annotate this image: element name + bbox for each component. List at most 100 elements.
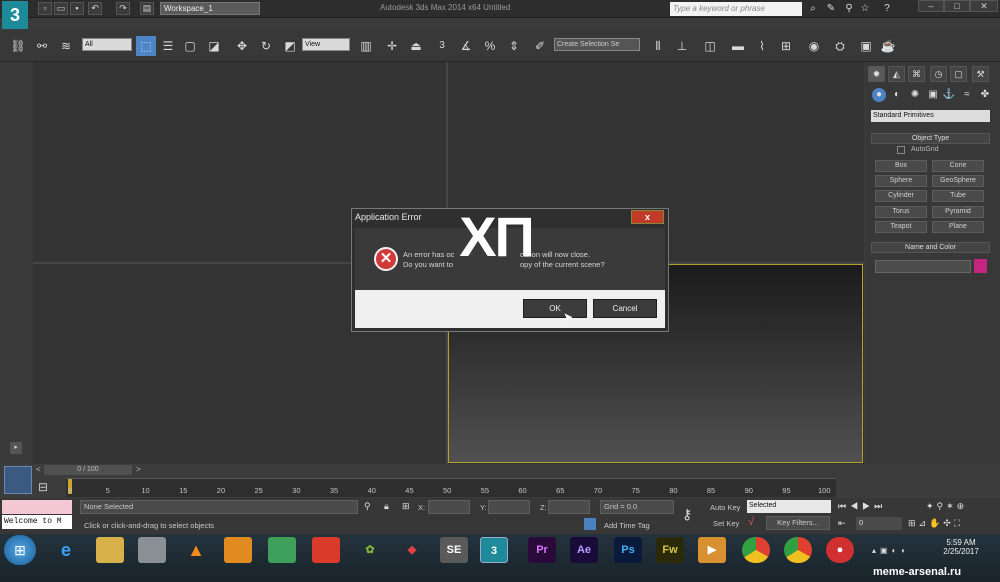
clock[interactable]: 5:59 AM 2/25/2017 [938,538,984,556]
maximize-button[interactable]: □ [944,0,970,12]
geometry-icon[interactable]: ● [872,88,886,102]
modify-tab-icon[interactable]: ◭ [888,66,905,82]
key-filters-button[interactable]: Key Filters... [766,516,830,530]
add-time-tag[interactable]: Add Time Tag [604,521,650,530]
utilities-tab-icon[interactable]: ⚒ [972,66,989,82]
pyramid-button[interactable]: Pyramid [932,206,984,218]
explorer-icon[interactable] [96,537,124,563]
close-window-button[interactable]: ✕ [970,0,998,12]
recorder-icon[interactable] [312,537,340,563]
key-selection-dropdown[interactable]: Selected [747,500,831,513]
ie-icon[interactable]: e [52,537,80,563]
keyboard-shortcut-icon[interactable]: ⏏ [406,36,426,56]
display-tab-icon[interactable]: ▢ [950,66,967,82]
project-folder-icon[interactable]: ▤ [140,2,154,15]
selection-filter-dropdown[interactable]: All [82,38,132,51]
cameras-icon[interactable]: ▣ [926,88,940,102]
select-object-icon[interactable]: ⬚ [136,36,156,56]
named-selection-dropdown[interactable]: Create Selection Se [554,38,640,51]
material-editor-icon[interactable]: ◉ [804,36,824,56]
z-coordinate-field[interactable] [548,500,590,514]
move-icon[interactable]: ✥ [232,36,252,56]
selection-lock-icon[interactable]: 🔒︎ [384,501,389,512]
subscription-icon[interactable]: ⚲ [842,2,856,16]
wrench-icon[interactable]: ✎ [824,2,838,16]
pivot-center-icon[interactable]: ▥ [356,36,376,56]
app-red-icon[interactable]: ◆ [398,537,426,563]
spinner-snap-icon[interactable]: ⇕ [504,36,524,56]
current-frame-field[interactable]: 0 [856,517,902,530]
chrome-canary-icon[interactable] [784,537,812,563]
cone-button[interactable]: Cone [932,160,984,172]
rendered-frame-icon[interactable]: ▣ [856,36,876,56]
name-color-rollout[interactable]: Name and Color [871,242,990,253]
snap-toggle-icon[interactable]: 3 [432,36,452,56]
motion-tab-icon[interactable]: ◷ [930,66,947,82]
percent-snap-icon[interactable]: % [480,36,500,56]
fireworks-icon[interactable]: Fw [656,537,684,563]
sphere-button[interactable]: Sphere [875,175,927,187]
y-coordinate-field[interactable] [488,500,530,514]
graphite-ribbon-icon[interactable]: ▬ [728,36,748,56]
tray-icons[interactable]: ▴▣◐◖ [872,546,909,555]
lights-icon[interactable]: ✺ [908,88,922,102]
cancel-button[interactable]: Cancel [593,299,657,318]
maxscript-listener[interactable]: Welcome to M [2,515,72,529]
favorites-icon[interactable]: ☆ [858,2,872,16]
binoculars-icon[interactable]: ⌕ [806,2,820,16]
mirror-icon[interactable]: ⫴ [648,36,668,56]
key-mode-icon[interactable]: ⇤ [838,518,846,529]
teapot-button[interactable]: Teapot [875,221,927,233]
help-icon[interactable]: ? [880,2,894,16]
dialog-close-button[interactable]: x [631,210,664,224]
plane-button[interactable]: Plane [932,221,984,233]
maxscript-mini-listener-top[interactable] [2,500,72,514]
edit-named-selection-icon[interactable]: ✐ [530,36,550,56]
viewport-layout-icon[interactable] [4,466,32,494]
layer-manager-icon[interactable]: ◫ [700,36,720,56]
playback-controls-icon[interactable]: ⏮◀▶⏭ [838,501,886,512]
slider-next-icon[interactable]: > [136,465,141,474]
reference-coordinate-dropdown[interactable]: View [302,38,350,51]
curve-editor-icon[interactable]: ⌇ [752,36,772,56]
start-button[interactable]: ⊞ [4,535,36,565]
premiere-icon[interactable]: Pr [528,537,556,563]
fl-studio-icon[interactable] [224,537,252,563]
cylinder-button[interactable]: Cylinder [875,190,927,202]
hierarchy-tab-icon[interactable]: ⌘ [908,66,925,82]
slider-prev-icon[interactable]: < [36,465,41,474]
isolate-icon[interactable]: ⚲ [364,501,371,512]
render-production-icon[interactable]: ☕ [878,36,898,56]
systems-icon[interactable]: ✤ [978,88,992,102]
object-color-swatch[interactable] [974,259,987,273]
set-key-icon[interactable]: ⚷ [682,506,692,523]
rotate-icon[interactable]: ↻ [256,36,276,56]
chrome-icon[interactable] [742,537,770,563]
app-icon[interactable] [138,537,166,563]
link-icon[interactable]: ⛓ [8,36,28,56]
undo-icon[interactable]: ↶ [88,2,102,15]
save-icon[interactable]: ▪ [70,2,84,15]
media-player-icon[interactable]: ▶ [698,537,726,563]
navigation-controls-icon[interactable]: ⊞⊿✋✣⛶ [908,518,963,529]
align-icon[interactable]: ⊥ [672,36,692,56]
create-tab-icon[interactable]: ✹ [868,66,885,82]
search-input[interactable]: Type a keyword or phrase [670,2,802,16]
record-icon[interactable]: ● [826,537,854,563]
new-file-icon[interactable]: ▫ [38,2,52,15]
window-crossing-icon[interactable]: ◪ [204,36,224,56]
zoom-controls-icon[interactable]: ✦⚲✶⊕ [926,501,967,512]
shapes-icon[interactable]: ◐ [890,88,904,102]
set-key-button[interactable]: Set Key [713,519,739,528]
torus-button[interactable]: Torus [875,206,927,218]
ok-button[interactable]: OK [523,299,587,318]
vlc-icon[interactable]: ▲ [182,537,210,563]
open-file-icon[interactable]: ▭ [54,2,68,15]
rect-selection-icon[interactable]: ▢ [180,36,200,56]
time-slider[interactable]: 0 / 100 [44,465,132,475]
box-button[interactable]: Box [875,160,927,172]
unlink-icon[interactable]: ⚯ [32,36,52,56]
time-tag-icon[interactable] [584,518,596,530]
bind-spacewarp-icon[interactable]: ≋ [56,36,76,56]
minimize-button[interactable]: – [918,0,944,12]
